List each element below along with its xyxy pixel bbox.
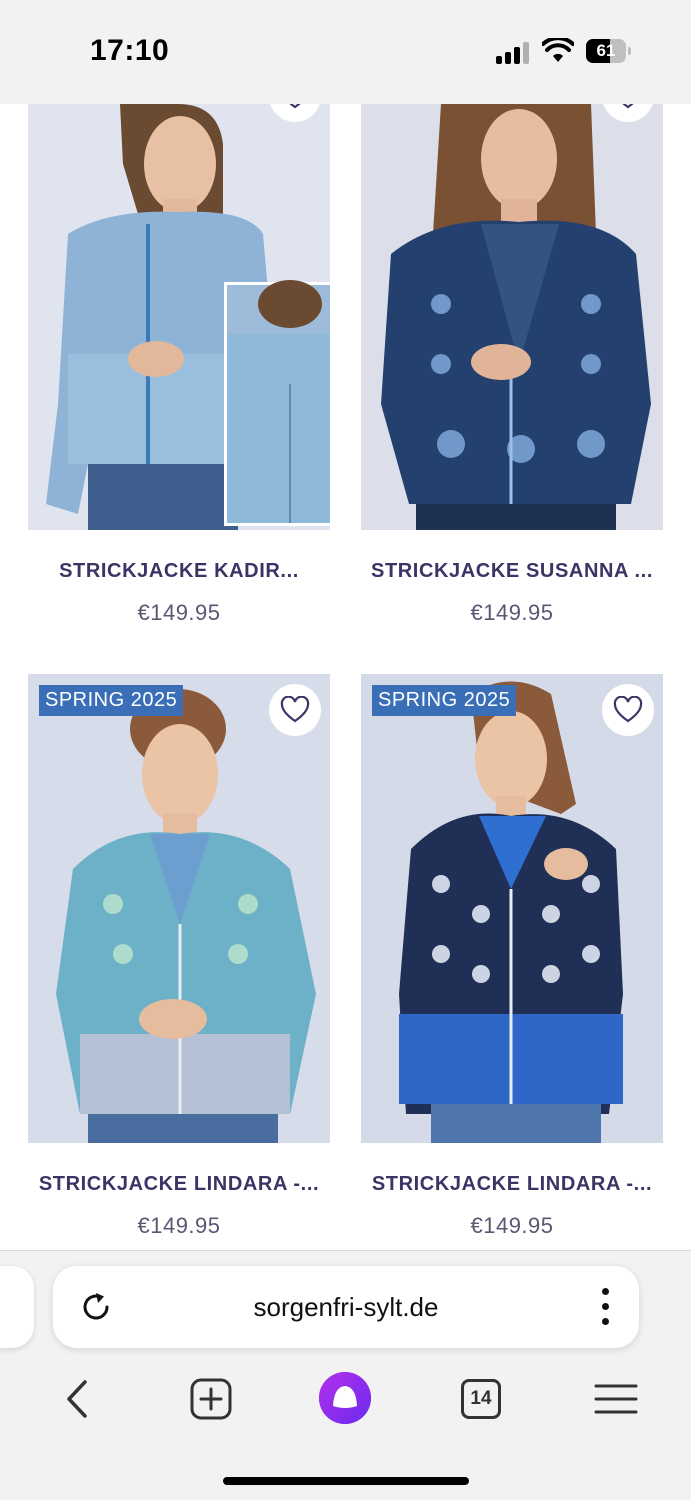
favorite-button[interactable]: [269, 684, 321, 736]
home-indicator: [223, 1477, 469, 1485]
alice-assistant-icon: [319, 1372, 371, 1424]
cellular-signal-icon: [496, 42, 532, 64]
product-photo: [361, 104, 663, 530]
url-text[interactable]: sorgenfri-sylt.de: [53, 1266, 639, 1348]
product-title[interactable]: STRICKJACKE SUSANNA ...: [361, 560, 663, 583]
product-image[interactable]: [28, 674, 330, 1143]
reload-icon[interactable]: [79, 1290, 113, 1324]
product-photo: [28, 104, 330, 530]
product-price: €149.95: [137, 600, 221, 625]
tabs-icon: 14: [461, 1379, 501, 1419]
product-image[interactable]: [361, 674, 663, 1143]
more-options-icon[interactable]: [601, 1288, 609, 1326]
product-image[interactable]: [361, 104, 663, 530]
product-title[interactable]: STRICKJACKE LINDARA -...: [28, 1173, 330, 1196]
browser-toolbar: sorgenfri-sylt.de 14: [0, 1250, 691, 1500]
product-price: €149.95: [470, 600, 554, 625]
battery-icon: 61: [586, 39, 632, 63]
menu-button[interactable]: [594, 1371, 638, 1427]
heart-icon: [280, 696, 310, 723]
status-bar: 17:10 61: [0, 0, 691, 104]
tabs-button[interactable]: 14: [461, 1371, 501, 1427]
product-image[interactable]: [28, 104, 330, 530]
heart-icon: [613, 696, 643, 723]
new-tab-icon: [190, 1378, 232, 1420]
collection-badge: SPRING 2025: [39, 685, 184, 716]
product-title[interactable]: STRICKJACKE LINDARA -...: [361, 1173, 663, 1196]
previous-tab-peek[interactable]: [0, 1266, 34, 1348]
alice-assistant-button[interactable]: [318, 1368, 372, 1428]
tab-count: 14: [461, 1379, 501, 1419]
back-icon: [67, 1380, 87, 1418]
product-price: €149.95: [137, 1213, 221, 1238]
collection-badge: SPRING 2025: [372, 685, 517, 716]
address-bar[interactable]: sorgenfri-sylt.de: [53, 1266, 639, 1348]
back-button[interactable]: [56, 1371, 96, 1427]
product-photo: [28, 674, 330, 1143]
product-photo: [361, 674, 663, 1143]
battery-level: 61: [596, 41, 616, 60]
menu-icon: [594, 1384, 638, 1414]
product-price: €149.95: [470, 1213, 554, 1238]
new-tab-button[interactable]: [188, 1371, 234, 1427]
wifi-icon: [542, 38, 574, 62]
favorite-button[interactable]: [602, 684, 654, 736]
status-time: 17:10: [90, 34, 170, 67]
product-title[interactable]: STRICKJACKE KADIR...: [28, 560, 330, 583]
